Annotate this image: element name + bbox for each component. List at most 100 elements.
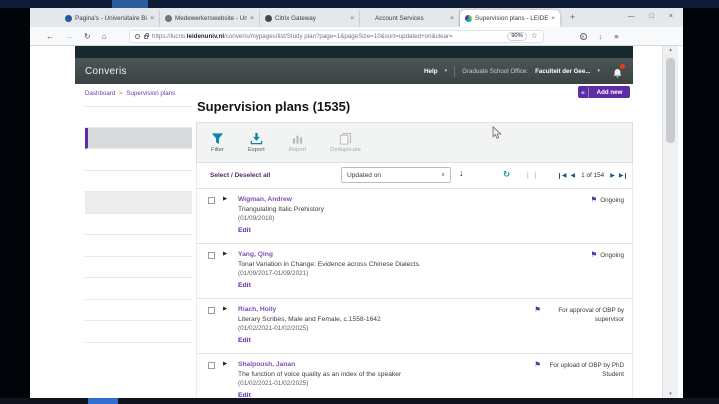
status-text: For approval of OBP by supervisor: [544, 306, 624, 324]
sidebar-item[interactable]: [85, 278, 192, 300]
tab-close-icon[interactable]: ×: [450, 15, 454, 22]
expand-arrow-icon[interactable]: ▶: [223, 197, 227, 203]
person-name-link[interactable]: Yang, Qing: [238, 251, 273, 258]
person-name-link[interactable]: Shalpoush, Janan: [238, 361, 295, 368]
export-button[interactable]: Export: [248, 132, 265, 153]
converis-brand[interactable]: Converis: [85, 66, 127, 77]
browser-tab[interactable]: Citrix Gateway ×: [260, 10, 360, 27]
row-checkbox[interactable]: [208, 362, 215, 369]
account-name[interactable]: Faculteit der Gee...: [535, 68, 590, 75]
filter-button[interactable]: Filter: [211, 132, 224, 153]
expand-arrow-icon[interactable]: ▶: [223, 307, 227, 313]
pocket-icon[interactable]: ∨: [580, 33, 587, 40]
tab-close-icon[interactable]: ×: [250, 15, 254, 22]
page-size-link[interactable]: [524, 172, 532, 179]
scrollbar-thumb[interactable]: [666, 58, 675, 143]
expand-arrow-icon[interactable]: ▶: [223, 362, 227, 368]
sort-dropdown[interactable]: Updated on ∨: [341, 167, 451, 183]
tab-close-icon[interactable]: ×: [350, 15, 354, 22]
home-icon[interactable]: ⌂: [102, 32, 107, 41]
plan-title: Tonal Variation in Change: Evidence acro…: [238, 261, 421, 268]
last-page-icon[interactable]: ▶: [619, 173, 626, 179]
breadcrumb-current[interactable]: Supervision plans: [126, 90, 175, 97]
sidebar-item[interactable]: [85, 300, 192, 322]
row-checkbox[interactable]: [208, 197, 215, 204]
account-caret-icon: ▾: [597, 68, 600, 74]
breadcrumb: Dashboard > Supervision plans: [85, 90, 175, 97]
page-size-link[interactable]: [532, 172, 540, 179]
reload-icon[interactable]: ↻: [84, 32, 91, 41]
tab-favicon-icon: [465, 15, 472, 22]
refresh-icon[interactable]: ↻: [503, 169, 510, 180]
row-checkbox[interactable]: [208, 252, 215, 259]
sidebar-item[interactable]: [85, 321, 192, 343]
tab-close-icon[interactable]: ×: [551, 15, 555, 22]
product-bar: [75, 46, 633, 58]
scrollbar-down-icon[interactable]: ▾: [663, 391, 678, 397]
supervision-plan-list: ▶ Wigman, Andrew Triangulating Italic Pr…: [196, 189, 633, 398]
page-title: Supervision plans (1535): [197, 99, 350, 114]
notifications-bell-icon[interactable]: [612, 66, 623, 77]
download-icon[interactable]: ↓: [599, 32, 603, 41]
taskbar-strip: [0, 398, 719, 404]
select-deselect-all-link[interactable]: Select / Deselect all: [210, 172, 270, 179]
report-button[interactable]: Report: [289, 132, 306, 153]
browser-tab[interactable]: Account Services ×: [360, 10, 460, 27]
header-right: Help ▾ Graduate School Office: Faculteit…: [424, 66, 623, 77]
url-text: https://lucris.leidenuniv.nl/converis/my…: [152, 33, 503, 40]
sidebar-item[interactable]: [85, 171, 192, 193]
forward-icon[interactable]: →: [65, 32, 73, 41]
person-name-link[interactable]: Riach, Holly: [238, 306, 276, 313]
sidebar-item[interactable]: [85, 235, 192, 257]
edit-link[interactable]: Edit: [238, 337, 251, 344]
expand-arrow-icon[interactable]: ▶: [223, 252, 227, 258]
browser-tab[interactable]: Medewerkerswebsite - Univ ×: [160, 10, 260, 27]
list-toolbar: Filter Export Report Deduplicate: [196, 122, 633, 163]
breadcrumb-dashboard-link[interactable]: Dashboard: [85, 90, 115, 97]
sidebar-item[interactable]: [85, 128, 192, 150]
lock-icon[interactable]: [144, 35, 149, 39]
status: ⚑ Ongoing: [590, 196, 624, 205]
sort-direction-button[interactable]: ↓: [459, 168, 464, 178]
breadcrumb-separator: >: [119, 90, 123, 97]
plan-title: The function of voice quality as an inde…: [238, 371, 401, 378]
sidebar-item[interactable]: [85, 106, 192, 128]
edit-link[interactable]: Edit: [238, 227, 251, 234]
plan-dates: (01/02/2021-01/02/2025): [238, 325, 308, 332]
previous-page-icon[interactable]: ◀: [571, 173, 576, 179]
browser-tab[interactable]: Pagina's - Universitaire Bibl ×: [60, 10, 160, 27]
sidebar-item[interactable]: [85, 257, 192, 279]
shield-icon[interactable]: [135, 34, 140, 39]
help-menu[interactable]: Help: [424, 68, 438, 75]
next-page-icon[interactable]: ▶: [610, 173, 615, 179]
tab-title: Account Services: [375, 15, 447, 22]
sidebar-item[interactable]: [85, 192, 192, 214]
tab-favicon-icon: [165, 15, 172, 22]
minimize-button[interactable]: —: [628, 10, 635, 24]
row-checkbox[interactable]: [208, 307, 215, 314]
maximize-button[interactable]: □: [650, 10, 654, 24]
converis-header: Converis Help ▾ Graduate School Office: …: [75, 58, 633, 84]
zoom-level-badge[interactable]: 90%: [507, 32, 527, 41]
person-name-link[interactable]: Wigman, Andrew: [238, 196, 292, 203]
close-button[interactable]: ×: [669, 10, 673, 24]
add-new-button[interactable]: + Add new: [578, 86, 630, 98]
browser-tab[interactable]: Supervision plans - LEIDEN ×: [460, 10, 560, 27]
scrollbar-up-icon[interactable]: ▴: [663, 47, 678, 53]
url-bar[interactable]: https://lucris.leidenuniv.nl/converis/my…: [129, 30, 544, 43]
edit-link[interactable]: Edit: [238, 282, 251, 289]
page-scrollbar[interactable]: ▴ ▾: [662, 46, 678, 398]
taskbar-segment: [88, 398, 118, 404]
flag-icon: ⚑: [534, 306, 541, 314]
tab-close-icon[interactable]: ×: [150, 15, 154, 22]
menu-icon[interactable]: ≡: [614, 32, 618, 41]
deduplicate-button[interactable]: Deduplicate: [330, 132, 361, 153]
first-page-icon[interactable]: ◀: [559, 173, 566, 179]
sidebar-item[interactable]: [85, 149, 192, 171]
bookmark-star-icon[interactable]: ☆: [531, 32, 538, 40]
plus-icon: +: [578, 87, 589, 98]
new-tab-button[interactable]: +: [570, 12, 575, 22]
navigation-bar: ← → ↻ ⌂ https://lucris.leidenuniv.nl/con…: [30, 27, 683, 46]
back-icon[interactable]: ←: [46, 32, 54, 41]
sidebar-item[interactable]: [85, 214, 192, 236]
